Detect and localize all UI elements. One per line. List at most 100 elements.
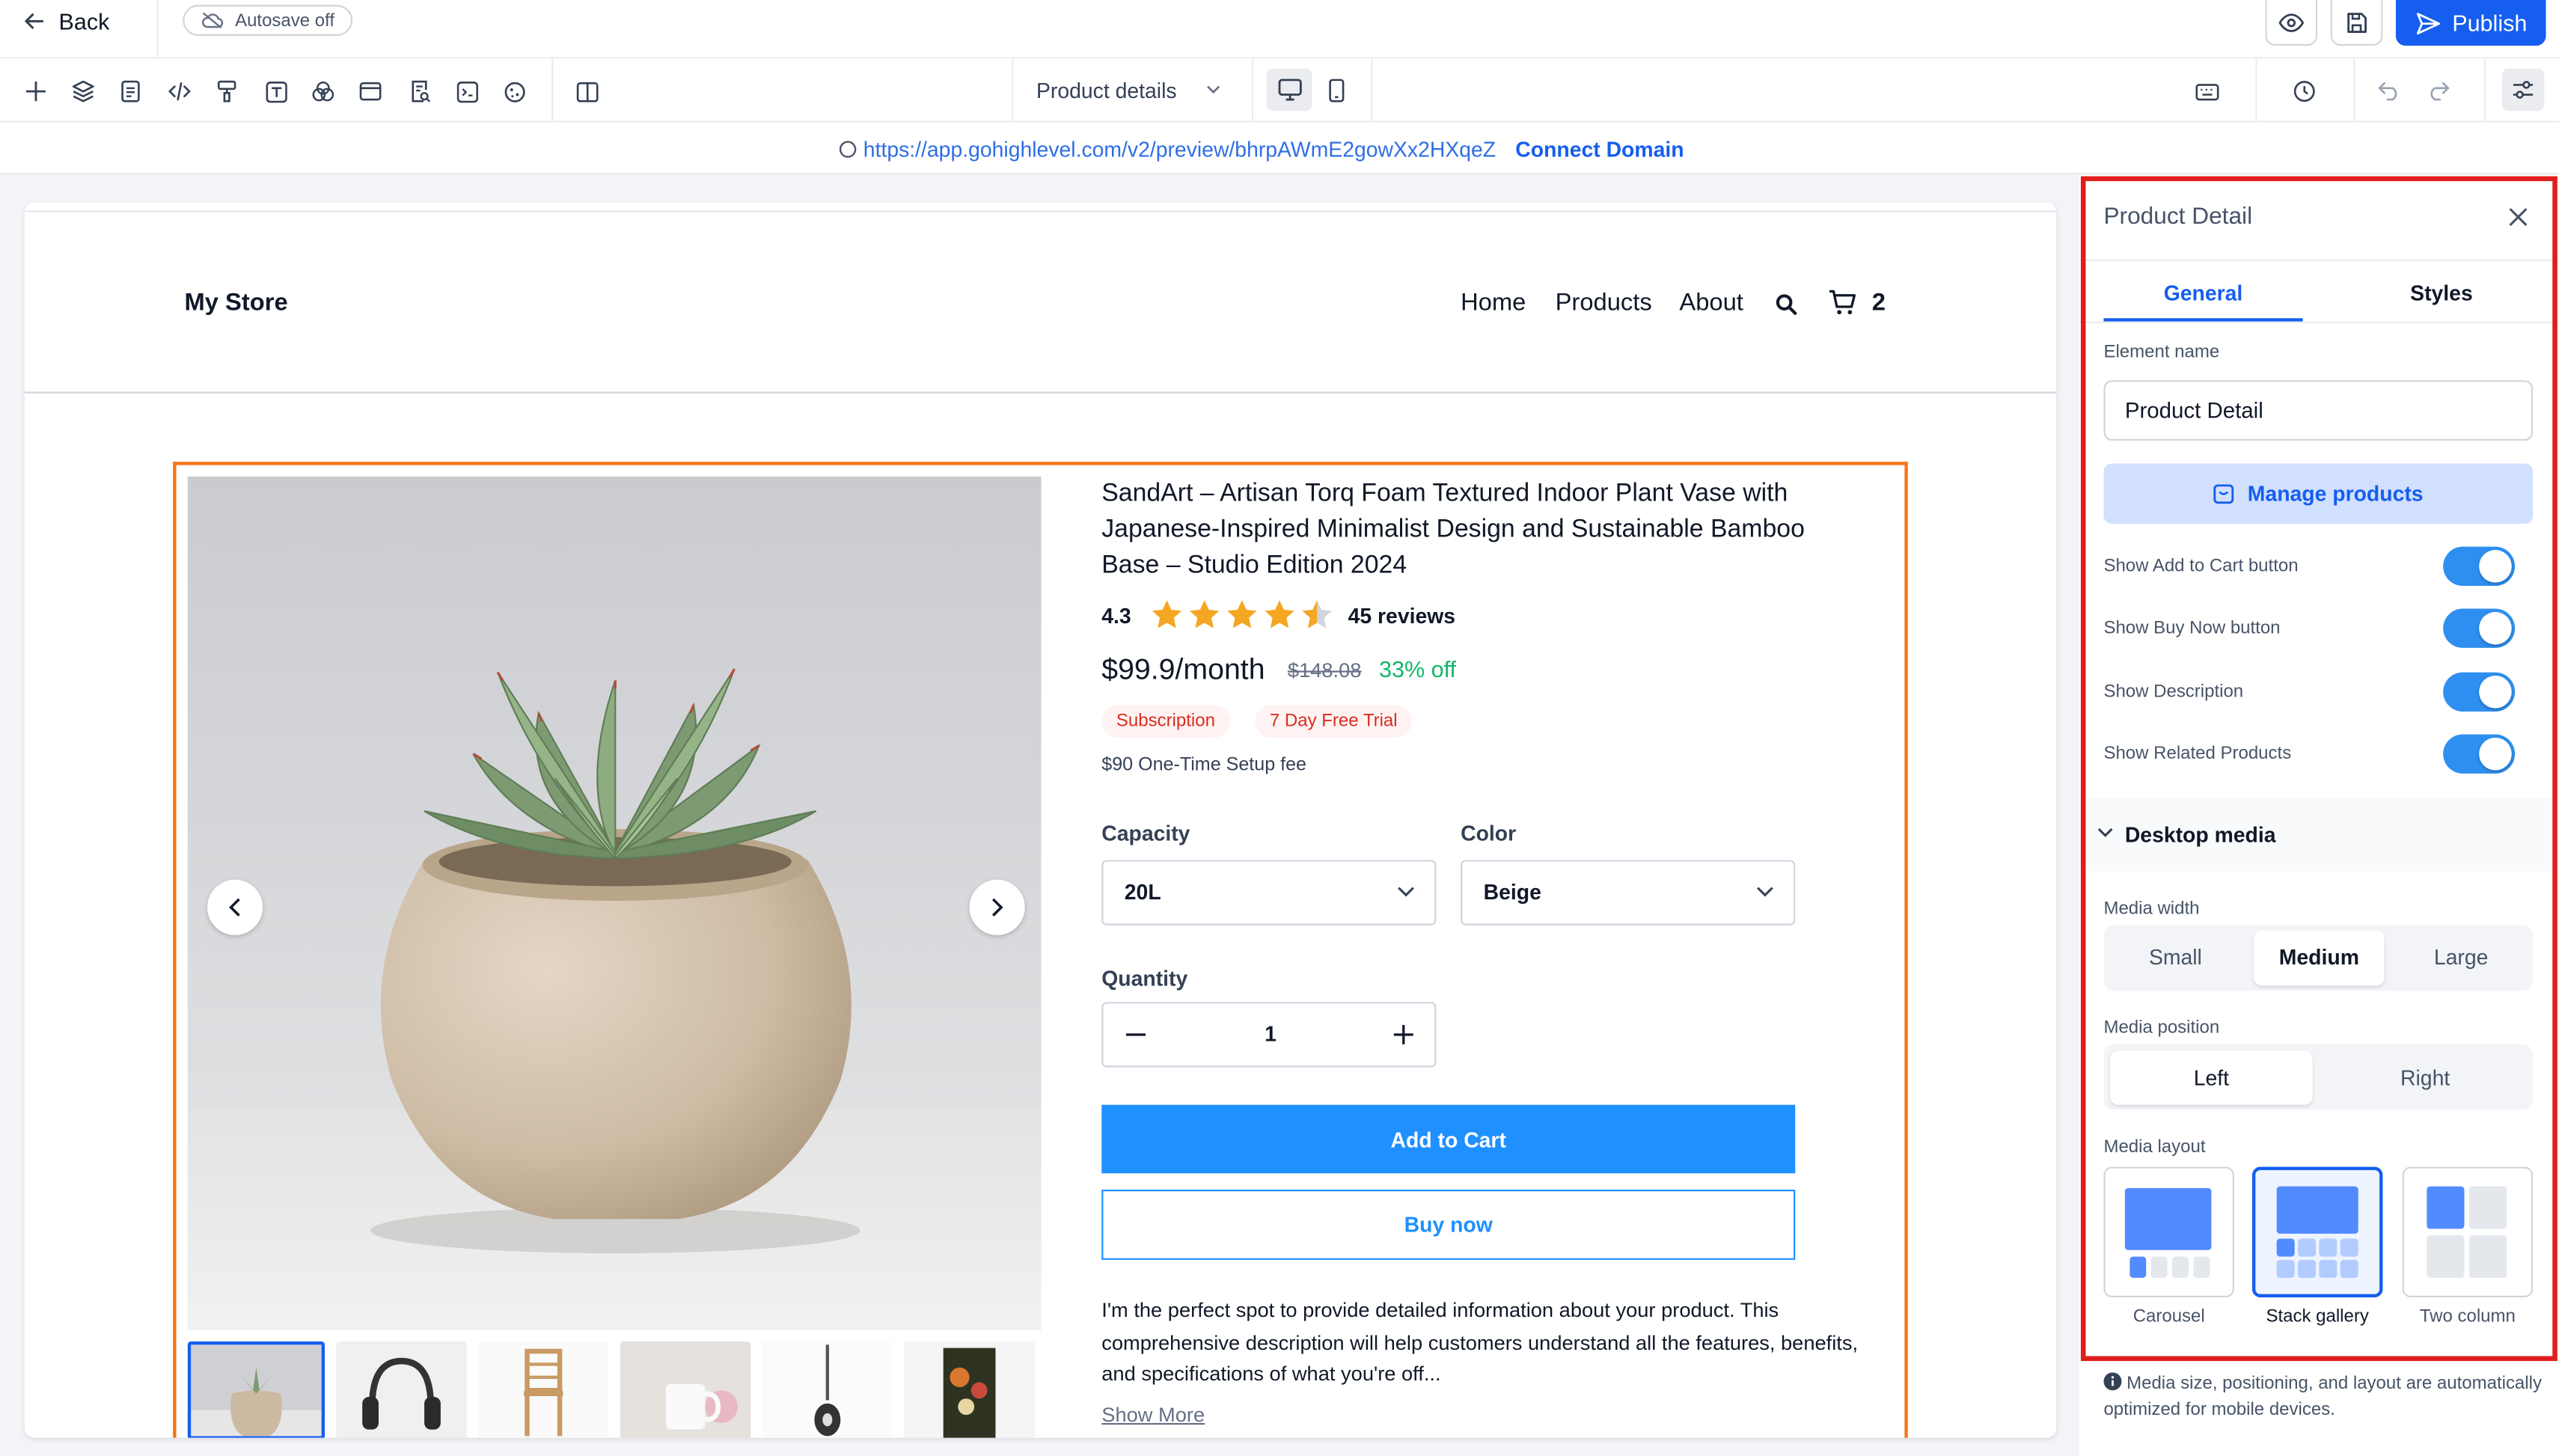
manage-products-label: Manage products — [2247, 481, 2424, 507]
carousel-next-button[interactable] — [969, 879, 1025, 935]
add-to-cart-button[interactable]: Add to Cart — [1101, 1104, 1796, 1174]
old-price: $148.08 — [1287, 659, 1362, 682]
redo-icon — [2430, 82, 2450, 101]
toggle-add-to-cart-label: Show Add to Cart button — [2103, 556, 2299, 576]
toggle-description[interactable] — [2443, 672, 2516, 712]
element-name-input[interactable]: Product Detail — [2103, 380, 2534, 441]
toggle-buy-now[interactable] — [2443, 608, 2516, 648]
search-button[interactable] — [1776, 294, 1797, 315]
media-layout-label: Media layout — [2103, 1137, 2206, 1157]
search-icon — [1776, 294, 1797, 315]
preview-url-link[interactable]: https://app.gohighlevel.com/v2/preview/b… — [863, 136, 1496, 161]
settings-button[interactable] — [2501, 68, 2545, 111]
close-panel-button[interactable] — [2502, 201, 2535, 233]
store-brand[interactable]: My Store — [184, 289, 287, 316]
keyboard-shortcuts-button[interactable] — [2190, 75, 2223, 108]
chevron-down-icon — [1756, 887, 1773, 897]
publish-button[interactable]: Publish — [2395, 0, 2546, 46]
header-divider — [24, 391, 2057, 394]
paint-button[interactable] — [210, 75, 243, 108]
manage-products-button[interactable]: Manage products — [2103, 463, 2534, 524]
nav-about[interactable]: About — [1679, 289, 1743, 316]
star-full-icon — [1190, 600, 1220, 628]
main-product-image[interactable] — [187, 476, 1042, 1330]
capacity-select[interactable]: 20L — [1101, 860, 1437, 926]
toggle-add-to-cart[interactable] — [2443, 546, 2516, 587]
layout-stack-gallery-label: Stack gallery — [2266, 1307, 2369, 1327]
back-button[interactable]: Back — [23, 0, 110, 43]
toggle-related-products[interactable] — [2443, 734, 2516, 774]
price: $99.9/month — [1101, 652, 1265, 686]
page-selector[interactable]: Product details — [1036, 59, 1220, 121]
undo-icon — [2378, 82, 2397, 101]
capacity-value: 20L — [1124, 879, 1161, 905]
autosave-toggle[interactable]: Autosave off — [183, 4, 353, 36]
layout-option-carousel[interactable] — [2103, 1166, 2234, 1297]
review-count[interactable]: 45 reviews — [1348, 604, 1455, 628]
keyboard-icon — [2195, 83, 2219, 100]
minus-icon — [1125, 1033, 1146, 1036]
sections-button[interactable] — [354, 75, 387, 108]
history-button[interactable] — [2288, 75, 2321, 108]
forms-button[interactable] — [403, 75, 436, 108]
media-width-medium[interactable]: Medium — [2254, 930, 2385, 986]
cloud-off-icon — [202, 12, 224, 29]
media-position-left[interactable]: Left — [2110, 1050, 2313, 1105]
product-detail-element[interactable]: SandArt – Artisan Torq Foam Textured Ind… — [173, 462, 1908, 1438]
chevron-down-icon — [2097, 828, 2113, 837]
undo-button[interactable] — [2373, 75, 2406, 108]
quantity-decrease-button[interactable] — [1103, 1003, 1168, 1065]
layout-option-stack-gallery[interactable] — [2251, 1166, 2383, 1297]
thumbnail-chair[interactable] — [478, 1341, 609, 1438]
media-width-large[interactable]: Large — [2396, 930, 2526, 985]
quantity-stepper[interactable]: 1 — [1101, 1002, 1437, 1068]
desktop-media-section-header[interactable]: Desktop media — [2079, 798, 2559, 872]
add-element-button[interactable] — [19, 75, 52, 108]
autosave-label: Autosave off — [235, 10, 335, 31]
buy-now-button[interactable]: Buy now — [1101, 1190, 1796, 1260]
color-select[interactable]: Beige — [1461, 860, 1796, 926]
quantity-increase-button[interactable] — [1371, 1003, 1436, 1065]
tab-styles[interactable]: Styles — [2341, 260, 2543, 322]
save-button[interactable] — [2330, 0, 2383, 46]
nav-home[interactable]: Home — [1461, 289, 1526, 316]
media-position-right[interactable]: Right — [2324, 1051, 2526, 1105]
layout-option-two-column[interactable] — [2402, 1166, 2534, 1297]
thumbnail-mug[interactable] — [620, 1341, 751, 1438]
star-full-icon — [1227, 600, 1257, 628]
redo-button[interactable] — [2422, 75, 2455, 108]
media-button[interactable] — [450, 75, 483, 108]
tracking-button[interactable] — [498, 75, 531, 108]
nav-products[interactable]: Products — [1556, 289, 1652, 316]
text-button[interactable] — [260, 75, 293, 108]
canvas-top-divider — [24, 210, 2057, 212]
connect-domain-link[interactable]: Connect Domain — [1515, 136, 1684, 161]
thumbnail-plant[interactable] — [187, 1341, 325, 1438]
desktop-view-button[interactable] — [1266, 68, 1312, 111]
terminal-icon — [456, 80, 477, 103]
quantity-value[interactable]: 1 — [1169, 1021, 1373, 1046]
mug-thumbnail-image — [665, 1383, 738, 1430]
split-view-button[interactable] — [571, 75, 604, 108]
layers-button[interactable] — [67, 75, 100, 108]
layout-two-column-label: Two column — [2419, 1307, 2516, 1327]
thumbnail-guitar[interactable] — [762, 1341, 893, 1438]
code-button[interactable] — [163, 75, 196, 108]
show-more-link[interactable]: Show More — [1101, 1404, 1205, 1427]
media-position-label: Media position — [2103, 1018, 2220, 1039]
toggle-buy-now-label: Show Buy Now button — [2103, 618, 2281, 638]
media-width-label: Media width — [2103, 899, 2200, 919]
clock-history-icon — [2293, 81, 2315, 103]
preview-button[interactable] — [2265, 0, 2318, 46]
color-button[interactable] — [307, 75, 340, 108]
pages-button[interactable] — [114, 75, 147, 108]
thumbnail-notebook[interactable] — [904, 1341, 1035, 1438]
media-width-small[interactable]: Small — [2109, 930, 2242, 985]
color-label: Color — [1461, 821, 1517, 845]
calendar-box-icon — [2213, 484, 2234, 504]
tab-general[interactable]: General — [2103, 260, 2303, 322]
thumbnail-headphones[interactable] — [336, 1341, 467, 1438]
cart-button[interactable]: 2 — [1828, 287, 1886, 316]
mobile-view-button[interactable] — [1318, 69, 1354, 111]
carousel-prev-button[interactable] — [207, 879, 263, 935]
